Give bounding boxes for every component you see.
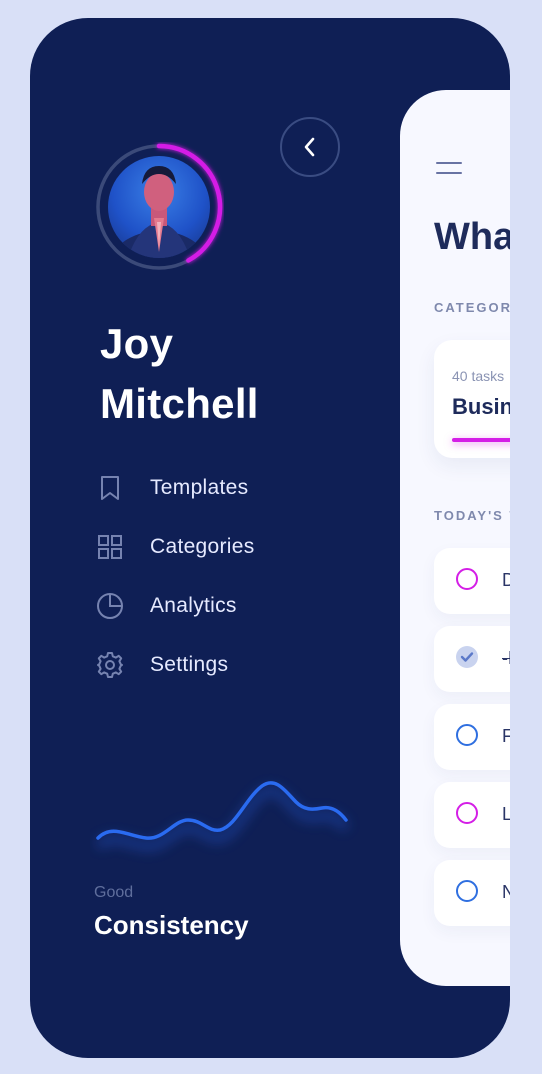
page-title: Wha [434, 216, 510, 258]
task-text: D [502, 570, 510, 590]
pie-chart-icon [94, 590, 126, 622]
task-item[interactable]: D [434, 548, 510, 614]
avatar-photo [108, 156, 210, 258]
sidebar-item-templates[interactable]: Templates [94, 458, 354, 517]
task-item[interactable]: F [434, 704, 510, 770]
task-checkbox[interactable] [456, 802, 478, 824]
gear-icon [94, 649, 126, 681]
last-name: Mitchell [100, 380, 259, 427]
category-progress-bar [452, 438, 510, 442]
sidebar-menu: Templates Categories Analytics Settings [94, 458, 354, 694]
consistency-wave-graph [94, 781, 350, 852]
category-task-count: 40 tasks [452, 368, 505, 384]
consistency-rating: Good [94, 884, 134, 901]
sidebar-item-label: Settings [150, 652, 229, 676]
bookmark-icon [94, 472, 126, 504]
first-name: Joy [100, 320, 174, 367]
category-card[interactable]: 40 tasks Busin [434, 340, 510, 458]
sidebar-item-label: Templates [150, 475, 249, 499]
task-checkbox[interactable] [456, 646, 478, 668]
task-item[interactable]: -F [434, 626, 510, 692]
grid-icon [94, 531, 126, 563]
sidebar-item-analytics[interactable]: Analytics [94, 576, 354, 635]
back-button[interactable] [280, 117, 340, 177]
app-phone-frame: Joy Mitchell Templates Categories Analyt… [30, 18, 510, 1058]
sidebar-item-settings[interactable]: Settings [94, 635, 354, 694]
sidebar-item-categories[interactable]: Categories [94, 517, 354, 576]
avatar[interactable] [94, 142, 224, 272]
task-checkbox[interactable] [456, 568, 478, 590]
sidebar-item-label: Categories [150, 534, 255, 558]
task-checkbox[interactable] [456, 880, 478, 902]
task-text: N [502, 882, 510, 902]
main-panel: Wha CATEGORI 40 tasks Busin TODAY'S T D … [400, 90, 510, 986]
task-text: L [502, 804, 510, 824]
checkmark-icon [460, 652, 474, 662]
categories-heading: CATEGORI [434, 300, 510, 315]
chevron-left-icon [304, 137, 315, 157]
task-item[interactable]: N [434, 860, 510, 926]
menu-icon[interactable] [436, 162, 462, 182]
profile-name: Joy Mitchell [100, 314, 259, 434]
task-item[interactable]: L [434, 782, 510, 848]
task-text: F [502, 726, 510, 746]
task-text: -F [502, 648, 510, 668]
consistency-title: Consistency [94, 910, 249, 940]
todays-tasks-heading: TODAY'S T [434, 508, 510, 523]
task-checkbox[interactable] [456, 724, 478, 746]
category-name: Busin [452, 394, 510, 419]
sidebar-item-label: Analytics [150, 593, 237, 617]
